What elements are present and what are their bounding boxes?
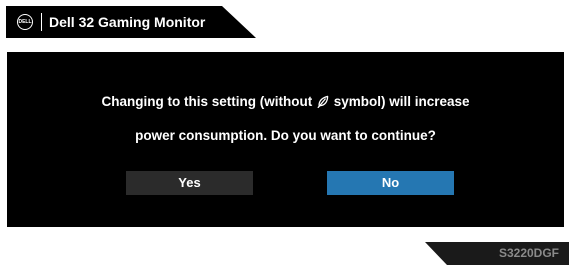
leaf-icon bbox=[317, 95, 329, 108]
monitor-title: Dell 32 Gaming Monitor bbox=[49, 14, 206, 30]
title-divider bbox=[41, 13, 42, 31]
message-text-before-icon: Changing to this setting (without bbox=[101, 94, 316, 109]
dialog-message-line-2: power consumption. Do you want to contin… bbox=[135, 128, 436, 143]
confirmation-dialog: Changing to this setting (without symbol… bbox=[7, 52, 564, 227]
model-tab: S3220DGF bbox=[425, 242, 569, 265]
model-name: S3220DGF bbox=[498, 246, 559, 260]
osd-title-bar: DELL Dell 32 Gaming Monitor bbox=[6, 6, 256, 38]
no-button[interactable]: No bbox=[327, 171, 454, 195]
dell-logo-text: DELL bbox=[18, 19, 32, 25]
message-text-after-icon: symbol) will increase bbox=[329, 94, 470, 109]
dell-logo: DELL bbox=[17, 14, 33, 30]
dialog-message-line-1: Changing to this setting (without symbol… bbox=[7, 94, 564, 109]
yes-button[interactable]: Yes bbox=[126, 171, 253, 195]
